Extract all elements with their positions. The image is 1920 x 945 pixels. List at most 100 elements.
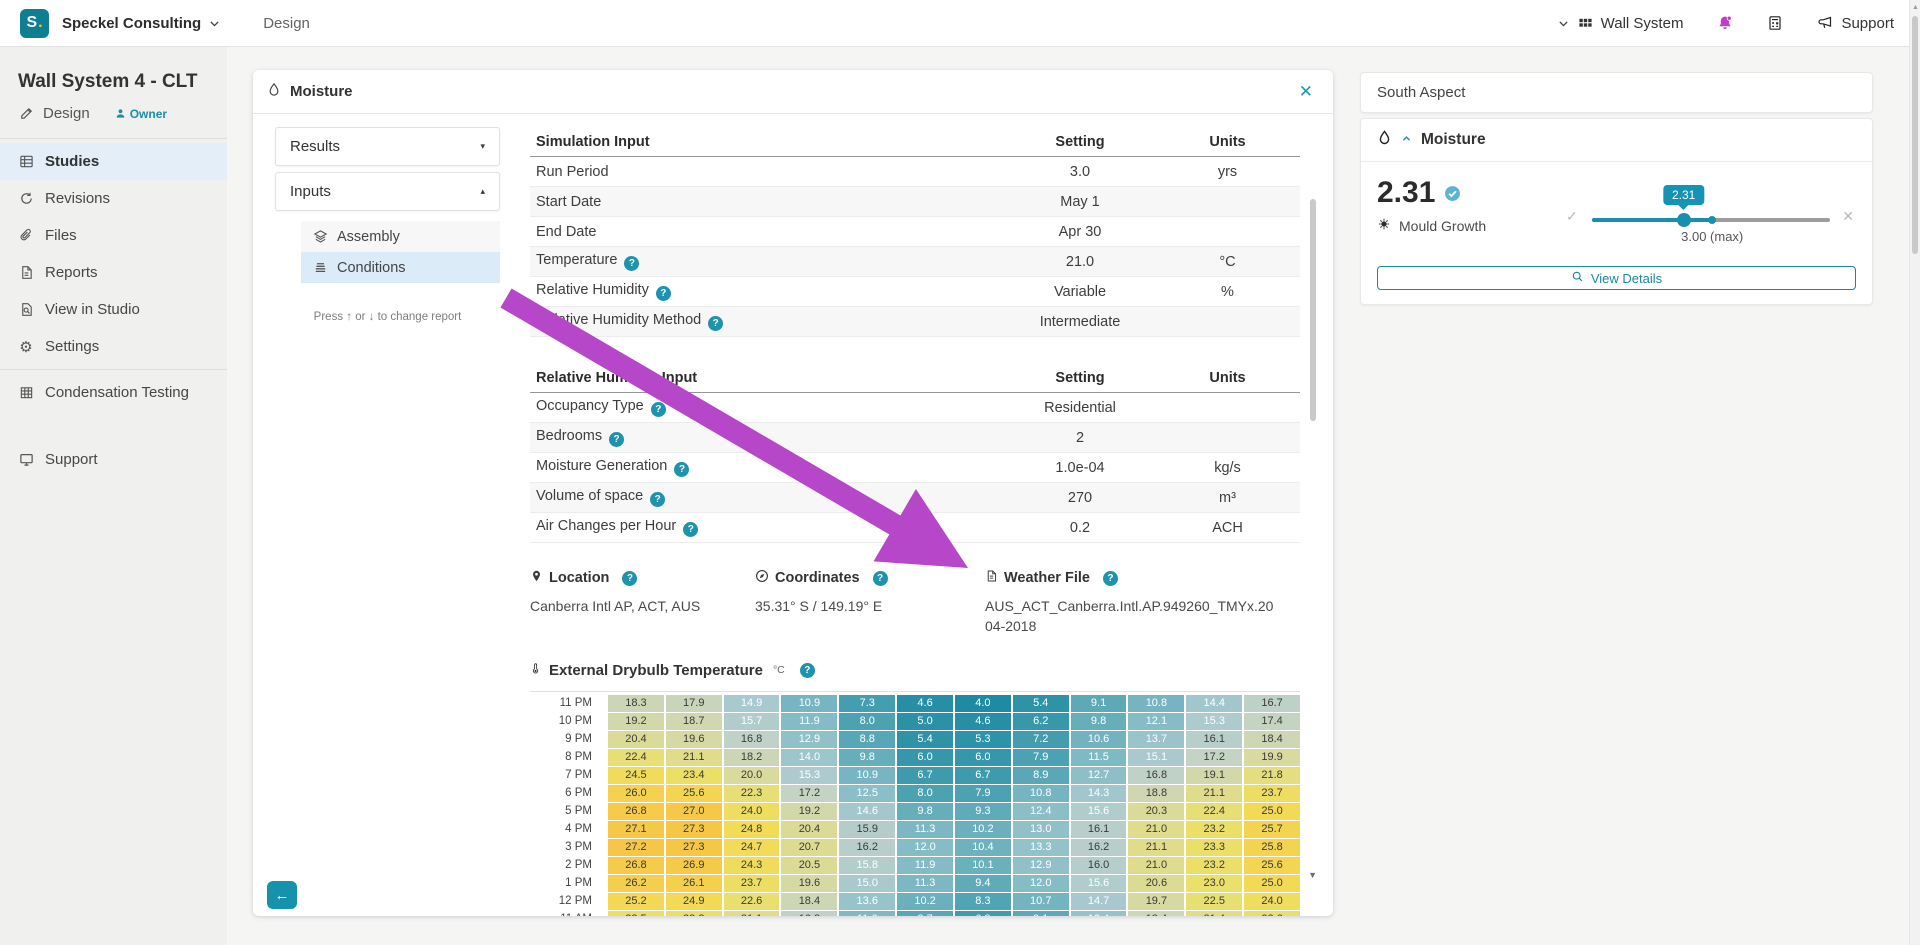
heatmap-cell: 24.7 [724, 839, 780, 856]
heatmap-cell: 11.9 [897, 857, 953, 874]
help-icon[interactable]: ? [650, 492, 665, 507]
coordinates-value: 35.31° S / 149.19° E [755, 596, 985, 616]
sidebar-item-support[interactable]: Support [0, 441, 227, 478]
x-mark-icon[interactable]: ✕ [1842, 208, 1854, 225]
row-setting: May 1 [1005, 194, 1155, 210]
column-header: Simulation Input [536, 134, 1005, 150]
view-details-button[interactable]: View Details [1377, 266, 1856, 290]
chevron-down-icon [1557, 17, 1570, 30]
heatmap-cell: 8.0 [839, 713, 895, 730]
heatmap-cell: 22.6 [724, 893, 780, 910]
heatmap-cell: 27.3 [666, 821, 722, 838]
heatmap-cell: 23.4 [666, 767, 722, 784]
heatmap-cell: 4.6 [897, 695, 953, 712]
coordinates-label: Coordinates [775, 570, 860, 586]
accordion-results-label: Results [290, 138, 340, 155]
notification-bell-icon[interactable] [1717, 15, 1733, 31]
sidebar-item-studies[interactable]: Studies [0, 143, 227, 180]
close-icon[interactable]: ✕ [1299, 83, 1313, 100]
heatmap-cell: 21.4 [1186, 911, 1242, 916]
heatmap-cell: 19.6 [666, 731, 722, 748]
heatmap-cell: 20.4 [781, 821, 837, 838]
modal-scrollbar-thumb[interactable] [1310, 199, 1316, 421]
workspace-switcher[interactable]: Wall System [1557, 15, 1684, 32]
heatmap-cell: 10.6 [1071, 731, 1127, 748]
chevron-up-icon: ▴ [480, 186, 485, 197]
heatmap-row-label: 3 PM [530, 839, 606, 856]
heatmap-cell: 15.7 [724, 713, 780, 730]
accordion-results[interactable]: Results ▾ [275, 127, 500, 166]
owner-badge: Owner [115, 107, 167, 121]
org-name: Speckel Consulting [62, 15, 201, 32]
heatmap-cell: 20.0 [724, 767, 780, 784]
location-value: Canberra Intl AP, ACT, AUS [530, 596, 755, 616]
design-mode-label[interactable]: Design [43, 105, 90, 122]
moisture-section-header[interactable]: Moisture [1361, 119, 1872, 162]
heatmap-cell: 10.2 [897, 893, 953, 910]
help-icon[interactable]: ? [683, 522, 698, 537]
sidebar-item-revisions[interactable]: Revisions [0, 180, 227, 217]
page-scrollbar-thumb[interactable] [1912, 16, 1918, 254]
heatmap-row-label: 8 PM [530, 749, 606, 766]
help-icon[interactable]: ? [609, 432, 624, 447]
page-scrollbar[interactable]: ▲ [1909, 0, 1920, 945]
sidebar-item-view-in-studio[interactable]: View in Studio [0, 291, 227, 328]
heatmap-cell: 26.1 [666, 875, 722, 892]
help-icon[interactable]: ? [674, 462, 689, 477]
row-units: kg/s [1155, 460, 1300, 476]
table-row: Run Period3.0yrs [530, 157, 1300, 187]
slider-handle[interactable] [1677, 213, 1691, 227]
heatmap-cell: 11.5 [1071, 749, 1127, 766]
grid-icon [1578, 16, 1593, 31]
help-icon[interactable]: ? [708, 316, 723, 331]
heatmap-cell: 11.3 [897, 821, 953, 838]
help-icon[interactable]: ? [622, 571, 637, 586]
scroll-up-icon[interactable]: ▲ [1912, 4, 1919, 11]
sidebar-item-condensation-testing[interactable]: Condensation Testing [0, 374, 227, 411]
inputs-item-conditions[interactable]: Conditions [301, 252, 500, 283]
slider-value-tooltip: 2.31 [1663, 185, 1704, 205]
help-icon[interactable]: ? [624, 256, 639, 271]
heatmap-cell: 10.2 [955, 821, 1011, 838]
sidebar-item-settings[interactable]: ⚙Settings [0, 328, 227, 365]
heatmap-cell: 5.4 [1013, 695, 1069, 712]
heatmap-cell: 12.9 [781, 731, 837, 748]
org-switcher[interactable]: Speckel Consulting [62, 15, 221, 32]
back-button[interactable]: ← [267, 881, 297, 909]
inputs-item-assembly[interactable]: Assembly [301, 221, 500, 252]
sidebar-item-reports[interactable]: Reports [0, 254, 227, 291]
megaphone-icon [1817, 15, 1833, 31]
heatmap-cell: 22.4 [1186, 803, 1242, 820]
table-header-row: Relative Humidity InputSettingUnits [530, 363, 1300, 393]
scroll-down-icon[interactable]: ▼ [1308, 870, 1317, 880]
sidebar-item-files[interactable]: Files [0, 217, 227, 254]
droplet-icon [1377, 129, 1392, 151]
revisions-icon [18, 191, 34, 206]
tab-design[interactable]: Design [263, 15, 310, 32]
aspect-title: South Aspect [1377, 84, 1465, 101]
accordion-inputs[interactable]: Inputs ▴ [275, 172, 500, 211]
help-icon[interactable]: ? [656, 286, 671, 301]
slider-track[interactable]: 2.31 3.00 (max) [1592, 218, 1830, 222]
help-icon[interactable]: ? [651, 402, 666, 417]
calculator-icon[interactable] [1767, 15, 1783, 31]
heatmap-cell: 26.0 [608, 785, 664, 802]
help-icon[interactable]: ? [800, 663, 815, 678]
heatmap-cell: 10.8 [1128, 695, 1184, 712]
aspect-card[interactable]: South Aspect [1360, 72, 1873, 113]
heatmap-cell: 21.8 [1244, 767, 1300, 784]
heatmap-cell: 9.4 [955, 875, 1011, 892]
heatmap-cell: 7.3 [839, 695, 895, 712]
heatmap-cell: 9.8 [839, 749, 895, 766]
row-units: yrs [1155, 164, 1300, 180]
row-label: Moisture Generation? [536, 458, 1005, 477]
app-logo[interactable]: S. [20, 9, 49, 38]
heatmap-cell: 27.1 [608, 821, 664, 838]
help-icon[interactable]: ? [1103, 571, 1118, 586]
inputs-item-label: Conditions [337, 260, 406, 276]
help-icon[interactable]: ? [873, 571, 888, 586]
weather-file-label: Weather File [1004, 570, 1090, 586]
support-link[interactable]: Support [1817, 15, 1894, 32]
heatmap-cell: 17.9 [666, 695, 722, 712]
row-label: Bedrooms? [536, 428, 1005, 447]
